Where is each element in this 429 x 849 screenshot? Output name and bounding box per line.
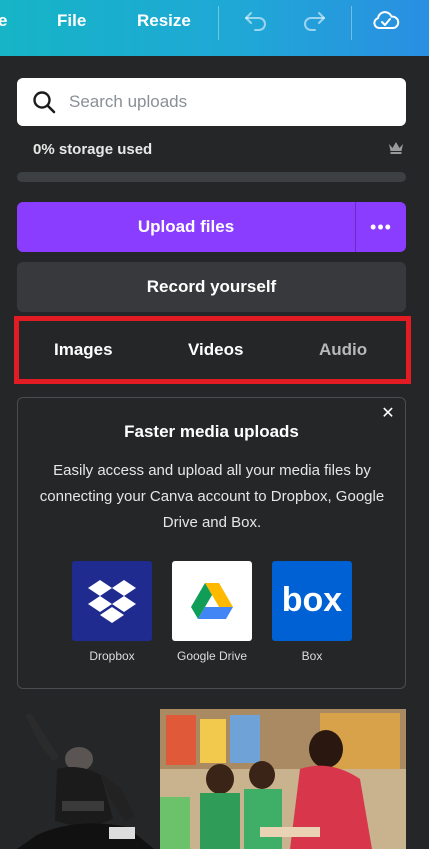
undo-icon[interactable] [242,8,270,34]
more-options-button[interactable]: ••• [356,202,406,252]
record-yourself-button[interactable]: Record yourself [17,262,406,312]
tab-audio[interactable]: Audio [319,324,367,375]
resize-button[interactable]: Resize [137,0,191,42]
crown-icon [388,140,404,154]
storage-progress-bar [17,172,406,182]
file-menu-button[interactable]: File [57,0,86,42]
box-label: Box [301,649,323,663]
upload-files-button-group: Upload files ••• [17,202,406,252]
faster-uploads-card: ✕ Faster media uploads Easily access and… [17,397,406,689]
box-connect[interactable]: box Box [272,561,352,663]
storage-used-text: 0% storage used [33,141,153,158]
dropbox-label: Dropbox [89,649,135,663]
google-drive-connect[interactable]: Google Drive [172,561,252,663]
upload-thumbnail-classroom[interactable] [160,709,406,849]
redo-icon[interactable] [300,8,328,34]
dropbox-icon [72,561,152,641]
toolbar-divider [218,6,219,40]
upload-files-button[interactable]: Upload files [17,202,355,252]
close-icon[interactable]: ✕ [379,404,397,422]
search-icon [31,89,57,115]
upload-thumbnail-dancer[interactable] [17,709,154,849]
toolbar-divider [351,6,352,40]
search-input[interactable] [69,92,369,112]
dropbox-connect[interactable]: Dropbox [72,561,152,663]
svg-text:box: box [282,584,343,618]
search-box[interactable] [17,78,406,126]
tab-images[interactable]: Images [54,324,113,375]
card-title: Faster media uploads [124,422,299,441]
google-drive-icon [172,561,252,641]
cloud-saved-icon[interactable] [372,8,400,34]
box-icon: box [272,561,352,641]
tab-videos[interactable]: Videos [188,324,243,375]
top-toolbar: e File Resize [0,0,429,56]
toolbar-partial-item[interactable]: e [0,0,7,42]
card-description: Easily access and upload all your media … [39,462,385,531]
media-type-tabs: Images Videos Audio [22,324,402,375]
google-drive-label: Google Drive [176,649,248,663]
